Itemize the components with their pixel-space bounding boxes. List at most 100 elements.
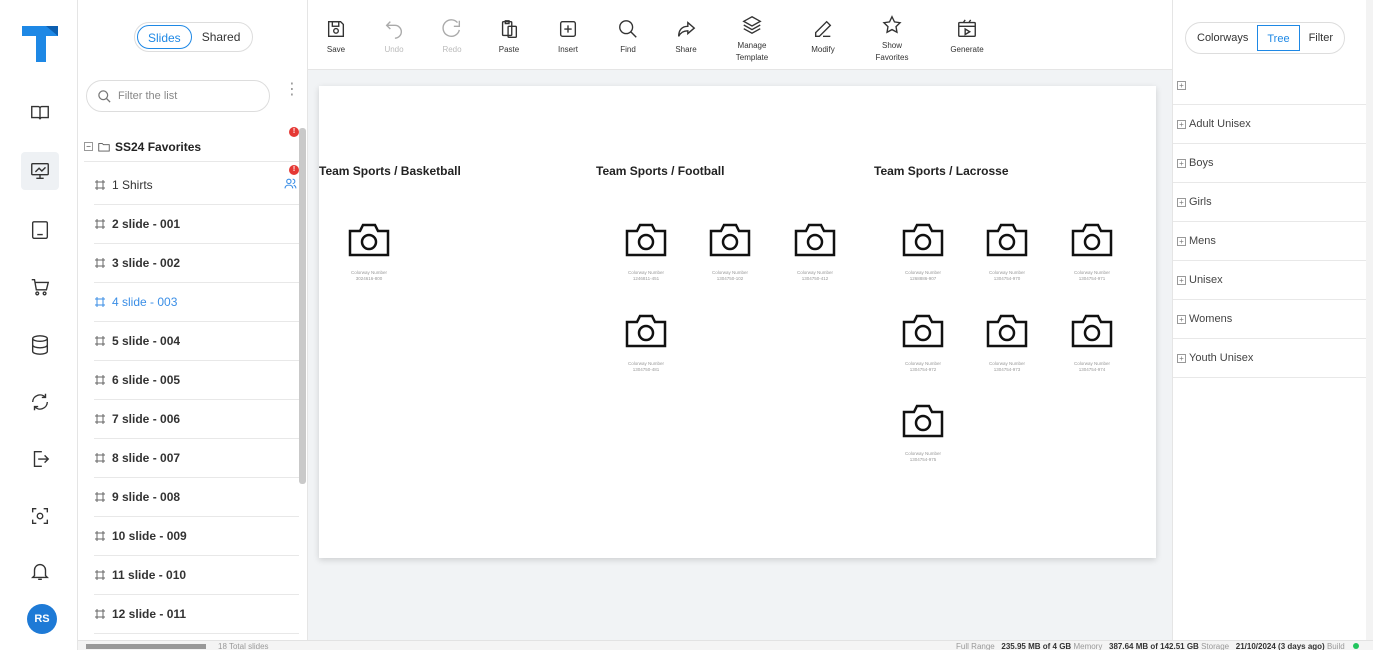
cart-nav[interactable] bbox=[21, 268, 59, 306]
slide-row[interactable]: 11 slide - 010 bbox=[94, 556, 299, 595]
tab-shared[interactable]: Shared bbox=[192, 25, 251, 49]
app-logo[interactable] bbox=[20, 22, 60, 64]
expand-icon[interactable]: + bbox=[1177, 353, 1186, 363]
storage-value: 387.64 MB of 142.51 GB bbox=[1109, 642, 1199, 650]
frame-icon bbox=[95, 297, 105, 307]
undo-label: Undo bbox=[384, 45, 404, 54]
list-progress bbox=[86, 644, 206, 649]
notifications-nav[interactable] bbox=[21, 552, 59, 590]
generate-button[interactable]: Generate bbox=[937, 18, 997, 56]
expand-icon[interactable]: + bbox=[1177, 314, 1186, 324]
tree-node[interactable]: + Girls bbox=[1173, 183, 1367, 222]
slide-row[interactable]: 6 slide - 005 bbox=[94, 361, 299, 400]
tab-slides[interactable]: Slides bbox=[137, 25, 192, 49]
tab-colorways[interactable]: Colorways bbox=[1188, 25, 1257, 51]
list-scrollbar[interactable] bbox=[299, 128, 306, 484]
tree-label: Womens bbox=[1189, 313, 1233, 325]
build-label: Build bbox=[1326, 642, 1345, 650]
expand-icon[interactable]: + bbox=[1177, 80, 1186, 90]
avatar[interactable]: RS bbox=[27, 604, 57, 634]
expand-icon[interactable]: + bbox=[1177, 236, 1186, 246]
colorway-card[interactable]: Colorway Number 3024616-800 bbox=[329, 222, 409, 282]
tree-root[interactable]: + bbox=[1173, 66, 1367, 105]
insert-button[interactable]: Insert bbox=[538, 18, 598, 56]
colorway-card[interactable]: Colorway Number 1304750-412 bbox=[775, 222, 855, 282]
slide-canvas[interactable]: Team Sports / Basketball Team Sports / F… bbox=[319, 86, 1156, 558]
scan-nav[interactable] bbox=[21, 497, 59, 535]
colorway-card[interactable]: Colorway Number 1304750-102 bbox=[690, 222, 770, 282]
window-edge bbox=[1366, 0, 1373, 650]
tree-node[interactable]: + Youth Unisex bbox=[1173, 339, 1367, 378]
colorway-card[interactable]: Colorway Number 1246811-451 bbox=[606, 222, 686, 282]
colorway-card[interactable]: Colorway Number 1304754-975 bbox=[883, 403, 963, 463]
redo-button[interactable]: Redo bbox=[422, 18, 482, 56]
find-button[interactable]: Find bbox=[598, 18, 658, 56]
tree-node[interactable]: + Boys bbox=[1173, 144, 1367, 183]
colorway-card[interactable]: Colorway Number 1304754-974 bbox=[1052, 313, 1132, 373]
colorway-caption: Colorway Number 3024616-800 bbox=[350, 270, 387, 281]
slide-row[interactable]: 2 slide - 001 bbox=[94, 205, 299, 244]
build-value: 21/10/2024 (3 days ago) bbox=[1235, 642, 1325, 650]
colorway-card[interactable]: Colorway Number 1268886-907 bbox=[883, 222, 963, 282]
colorway-card[interactable]: Colorway Number 1304754-973 bbox=[967, 313, 1047, 373]
share-button[interactable]: Share bbox=[656, 18, 716, 56]
icon-rail: RS bbox=[0, 0, 78, 650]
colorway-card[interactable]: Colorway Number 1304754-970 bbox=[967, 222, 1047, 282]
expand-icon[interactable]: + bbox=[1177, 158, 1186, 168]
find-label: Find bbox=[620, 45, 636, 54]
slide-row[interactable]: 10 slide - 009 bbox=[94, 517, 299, 556]
frame-icon bbox=[95, 570, 105, 580]
show-favorites-button[interactable]: Show Favorites bbox=[862, 14, 922, 64]
slide-row[interactable]: 5 slide - 004 bbox=[94, 322, 299, 361]
colorway-caption: Colorway Number 1304750-481 bbox=[627, 361, 664, 372]
manage-template-label: Manage Template bbox=[735, 41, 769, 62]
camera-icon bbox=[625, 314, 667, 348]
tab-filter[interactable]: Filter bbox=[1300, 25, 1342, 51]
database-nav[interactable] bbox=[21, 326, 59, 364]
slide-row[interactable]: 12 slide - 011 bbox=[94, 595, 299, 634]
slide-row[interactable]: 7 slide - 006 bbox=[94, 400, 299, 439]
device-nav[interactable] bbox=[21, 211, 59, 249]
slide-alert-badge: ! bbox=[289, 165, 299, 175]
filter-field[interactable] bbox=[86, 80, 270, 112]
list-tabs: Slides Shared bbox=[134, 22, 254, 52]
tree-node[interactable]: + Womens bbox=[1173, 300, 1367, 339]
folder-row[interactable]: − SS24 Favorites bbox=[84, 132, 299, 162]
colorway-card[interactable]: Colorway Number 1304754-972 bbox=[883, 313, 963, 373]
more-options-icon[interactable]: ⋮ bbox=[284, 82, 300, 98]
tree-node[interactable]: + Unisex bbox=[1173, 261, 1367, 300]
expand-icon[interactable]: + bbox=[1177, 275, 1186, 285]
tree-node[interactable]: + Mens bbox=[1173, 222, 1367, 261]
modify-label: Modify bbox=[811, 45, 835, 54]
paste-label: Paste bbox=[498, 45, 520, 54]
library-nav[interactable] bbox=[21, 94, 59, 132]
memory-label: Memory bbox=[1073, 642, 1103, 650]
slide-row[interactable]: 9 slide - 008 bbox=[94, 478, 299, 517]
expand-icon[interactable]: + bbox=[1177, 119, 1186, 129]
export-nav[interactable] bbox=[21, 440, 59, 478]
tree-node[interactable]: + Adult Unisex bbox=[1173, 105, 1367, 144]
paste-button[interactable]: Paste bbox=[479, 18, 539, 56]
frame-icon bbox=[95, 219, 105, 229]
slide-row[interactable]: 3 slide - 002 bbox=[94, 244, 299, 283]
slide-row[interactable]: 8 slide - 007 bbox=[94, 439, 299, 478]
colorway-card[interactable]: Colorway Number 1304754-971 bbox=[1052, 222, 1132, 282]
expand-icon[interactable]: + bbox=[1177, 197, 1186, 207]
filter-input[interactable] bbox=[118, 90, 258, 102]
collapse-icon[interactable]: − bbox=[84, 142, 93, 151]
manage-template-button[interactable]: Manage Template bbox=[722, 14, 782, 64]
tab-tree[interactable]: Tree bbox=[1257, 25, 1300, 51]
slide-row[interactable]: 1 Shirts bbox=[94, 166, 299, 205]
save-button[interactable]: Save bbox=[306, 18, 366, 56]
colorway-caption: Colorway Number 1246811-451 bbox=[627, 270, 664, 281]
slide-row-active[interactable]: 4 slide - 003 bbox=[94, 283, 299, 322]
sync-nav[interactable] bbox=[21, 383, 59, 421]
colorway-card[interactable]: Colorway Number 1304750-481 bbox=[606, 313, 686, 373]
camera-icon bbox=[986, 314, 1028, 348]
colorway-caption: Colorway Number 1304750-102 bbox=[711, 270, 748, 281]
undo-button[interactable]: Undo bbox=[364, 18, 424, 56]
online-indicator bbox=[1353, 643, 1359, 649]
toolbar: Save Undo Redo Paste Insert Find Share M… bbox=[308, 0, 1172, 70]
presentations-nav[interactable] bbox=[21, 152, 59, 190]
modify-button[interactable]: Modify bbox=[793, 18, 853, 56]
